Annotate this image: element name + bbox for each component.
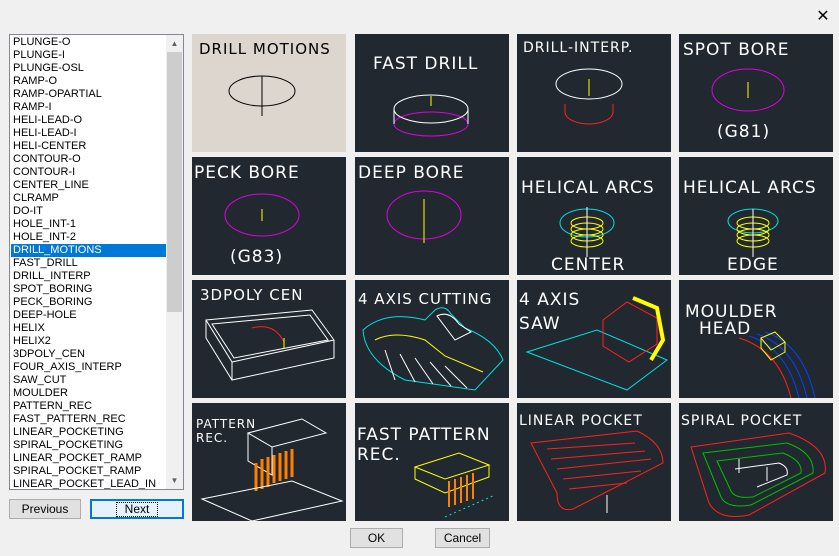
tile-linear-pocket[interactable]: LINEAR POCKET [517,403,671,521]
tile-3dpoly-cen[interactable]: 3DPOLY CEN [192,280,346,398]
list-item[interactable]: HELI-CENTER [11,140,167,153]
fast-pattern-rec-drawing-icon [413,452,496,518]
scroll-thumb[interactable] [167,52,182,312]
list-item[interactable]: LINEAR_POCKET_RAMP [11,452,167,465]
tile-4axis-saw[interactable]: 4 AXIS SAW [517,280,671,398]
list-item[interactable]: SPIRAL_POCKETING [11,439,167,452]
list-item[interactable]: PECK_BORING [11,296,167,309]
next-button[interactable]: Next [90,499,184,519]
list-item[interactable]: HELIX2 [11,335,167,348]
tile-fast-drill[interactable]: FAST DRILL [355,34,509,152]
previous-button[interactable]: Previous [9,499,81,519]
tile-peck-bore[interactable]: PECK BORE (G83) [192,157,346,275]
list-item[interactable]: FAST_DRILL [11,257,167,270]
list-item[interactable]: RAMP-I [11,101,167,114]
saw-drawing-icon [525,296,668,391]
linear-pocket-drawing-icon [530,430,664,513]
list-item[interactable]: CENTER_LINE [11,179,167,192]
tile-drill-interp[interactable]: DRILL-INTERP. [517,34,671,152]
list-item[interactable]: HELIX [11,322,167,335]
drawing-listbox[interactable]: PLUNGE-O PLUNGE-I PLUNGE-OSL RAMP-O RAMP-OPA… [9,34,184,490]
tile-drill-motions[interactable]: DRILL MOTIONS [192,34,346,152]
3dpoly-drawing-icon [205,309,335,381]
list-item[interactable]: SPOT_BORING [11,283,167,296]
list-item[interactable]: SAW_CUT [11,374,167,387]
helix-center-drawing-icon [559,207,615,257]
list-item[interactable]: DEEP-HOLE [11,309,167,322]
pattern-rec-drawing-icon [200,418,344,521]
list-item[interactable]: HOLE_INT-1 [11,218,167,231]
list-item[interactable]: PLUNGE-OSL [11,62,167,75]
list-item[interactable]: FOUR_AXIS_INTERP [11,361,167,374]
spiral-pocket-drawing-icon [690,432,826,517]
ok-button[interactable]: OK [350,528,403,548]
deep-bore-drawing-icon [386,190,462,243]
vertical-scrollbar[interactable]: ▲ ▼ [166,35,183,489]
list-item[interactable]: PATTERN_REC [11,400,167,413]
helix-edge-drawing-icon [727,208,779,257]
tile-helical-arcs-center[interactable]: HELICAL ARCS CENTER [517,157,671,275]
list-item[interactable]: LINEAR_POCKET_LEAD_IN [11,478,167,489]
tile-helical-arcs-edge[interactable]: HELICAL ARCS EDGE [679,157,833,275]
list-item[interactable]: SPIRAL_POCKET_RAMP [11,465,167,478]
fast-drill-drawing-icon [393,94,469,137]
list-item[interactable]: MOULDER [11,387,167,400]
list-item[interactable]: CONTOUR-I [11,166,167,179]
drill-interp-drawing-icon [555,68,623,125]
tile-fast-pattern-rec[interactable]: FAST PATTERN REC. [355,403,509,521]
list-item[interactable]: DRILL_INTERP [11,270,167,283]
list-item[interactable]: CONTOUR-O [11,153,167,166]
list-item[interactable]: FAST_PATTERN_REC [11,413,167,426]
list-item[interactable]: HELI-LEAD-O [11,114,167,127]
list-item[interactable]: DO-IT [11,205,167,218]
list-item[interactable]: RAMP-OPARTIAL [11,88,167,101]
list-item[interactable]: HELI-LEAD-I [11,127,167,140]
list-item[interactable]: HOLE_INT-2 [11,231,167,244]
list-item[interactable]: CLRAMP [11,192,167,205]
tile-deep-bore[interactable]: DEEP BORE [355,157,509,275]
tile-pattern-rec[interactable]: PATTERN REC. [192,403,346,521]
scroll-up-icon[interactable]: ▲ [166,35,183,52]
list-item[interactable]: DRILL_MOTIONS [11,244,167,257]
list-item[interactable]: RAMP-O [11,75,167,88]
list-item[interactable]: PLUNGE-O [11,36,167,49]
drill-motions-drawing-icon [228,75,296,116]
scroll-down-icon[interactable]: ▼ [166,472,183,489]
tile-spiral-pocket[interactable]: SPIRAL POCKET [679,403,833,521]
list-item[interactable]: 3DPOLY_CEN [11,348,167,361]
list-item[interactable]: LINEAR_POCKETING [11,426,167,439]
close-button[interactable]: ✕ [811,5,835,27]
peck-bore-drawing-icon [224,193,300,237]
4axis-cutting-drawing-icon [362,307,504,391]
moulder-drawing-icon [738,331,816,398]
spot-bore-drawing-icon [711,68,785,112]
list-item[interactable]: PLUNGE-I [11,49,167,62]
close-icon: ✕ [816,8,830,25]
cancel-button[interactable]: Cancel [435,528,490,548]
tile-spot-bore[interactable]: SPOT BORE (G81) [679,34,833,152]
drawing-list: PLUNGE-O PLUNGE-I PLUNGE-OSL RAMP-O RAMP-OPA… [11,36,167,489]
tile-4axis-cutting[interactable]: 4 AXIS CUTTING [355,280,509,398]
tile-moulder-head[interactable]: MOULDER HEAD [679,280,833,398]
